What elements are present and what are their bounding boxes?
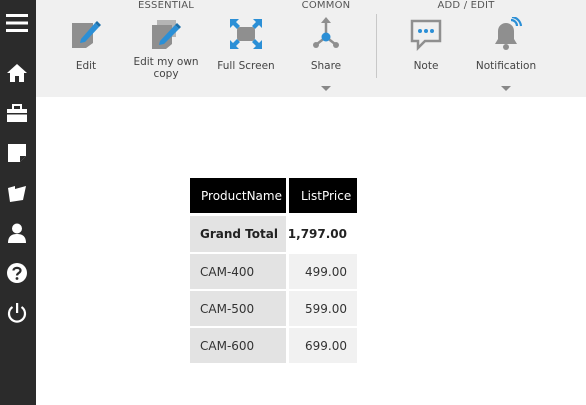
row-name: CAM-400: [190, 254, 286, 289]
grand-total-label: Grand Total: [190, 216, 286, 252]
row-price: 599.00: [289, 291, 357, 326]
full-screen-icon: [214, 14, 278, 54]
home-icon[interactable]: [4, 60, 30, 86]
header-productname[interactable]: ProductName: [190, 178, 286, 213]
group-title-add-edit: ADD / EDIT: [437, 0, 495, 11]
briefcase-icon[interactable]: [4, 100, 30, 126]
share-button[interactable]: Share: [296, 14, 356, 72]
edit-label: Edit: [75, 60, 97, 72]
share-dropdown-caret[interactable]: [321, 86, 331, 91]
header-listprice[interactable]: ListPrice: [289, 178, 357, 213]
full-screen-button[interactable]: Full Screen: [214, 14, 278, 72]
group-title-common: COMMON: [301, 0, 351, 11]
comment-icon: [396, 14, 456, 54]
folder-icon[interactable]: [4, 180, 30, 206]
note-icon[interactable]: [4, 140, 30, 166]
power-icon[interactable]: [4, 300, 30, 326]
notification-label: Notification: [475, 60, 537, 72]
edit-my-own-copy-button[interactable]: Edit my own copy: [131, 14, 201, 80]
edit-copy-label-line2: copy: [153, 68, 179, 80]
full-screen-label: Full Screen: [217, 60, 275, 72]
grand-total-value: 1,797.00: [288, 216, 357, 252]
toolbar: ESSENTIAL COMMON ADD / EDIT Edit Edit my…: [36, 0, 586, 97]
notification-dropdown-caret[interactable]: [501, 86, 511, 91]
group-title-essential: ESSENTIAL: [137, 0, 195, 11]
note-label: Note: [413, 60, 439, 72]
share-icon: [296, 14, 356, 54]
row-price: 499.00: [289, 254, 357, 289]
edit-copy-icon: [131, 14, 201, 54]
row-name: CAM-600: [190, 328, 286, 363]
bell-icon: [472, 14, 540, 54]
toolbar-divider: [376, 14, 377, 78]
row-name: CAM-500: [190, 291, 286, 326]
edit-copy-label-line1: Edit my own: [133, 56, 199, 68]
user-icon[interactable]: [4, 220, 30, 246]
note-button[interactable]: Note: [396, 14, 456, 72]
menu-icon[interactable]: [4, 10, 30, 36]
edit-icon: [56, 14, 116, 54]
edit-button[interactable]: Edit: [56, 14, 116, 72]
help-icon[interactable]: [4, 260, 30, 286]
sidebar: [0, 0, 36, 405]
share-label: Share: [310, 60, 342, 72]
notification-button[interactable]: Notification: [472, 14, 540, 72]
row-price: 699.00: [289, 328, 357, 363]
